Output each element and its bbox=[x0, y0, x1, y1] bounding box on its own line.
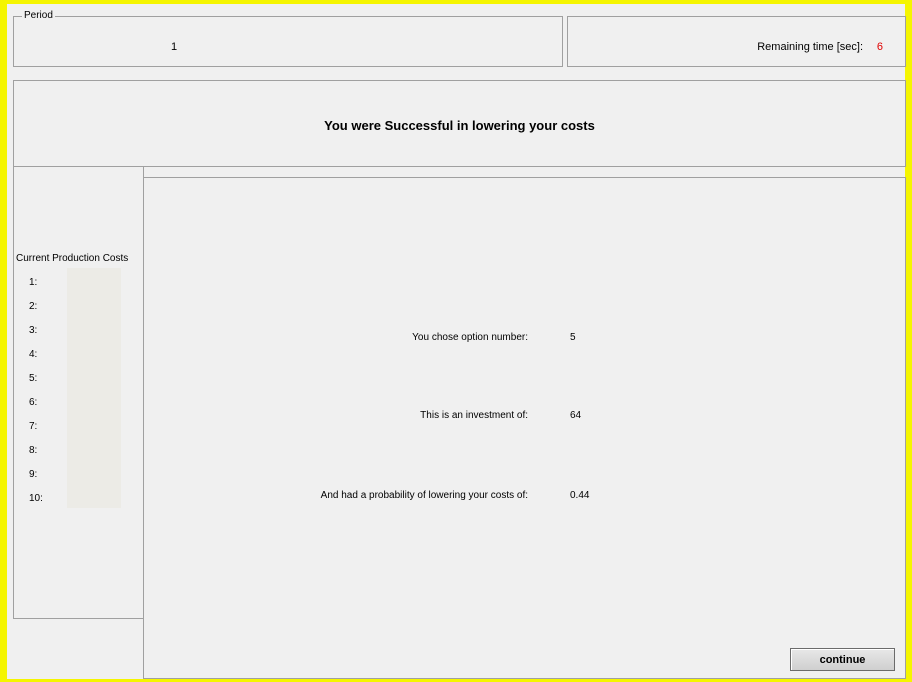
cost-row-label: 10: bbox=[29, 493, 43, 504]
cost-row-label: 8: bbox=[29, 445, 38, 456]
result-headline: You were Successful in lowering your cos… bbox=[324, 118, 595, 133]
cost-row-label: 7: bbox=[29, 421, 38, 432]
continue-button[interactable]: continue bbox=[790, 648, 895, 671]
cost-row-label: 1: bbox=[29, 277, 38, 288]
costs-panel: Current Production Costs 1: 2: 3: 4: 5: … bbox=[13, 166, 144, 619]
probability-label: And had a probability of lowering your c… bbox=[320, 490, 528, 501]
details-panel: You chose option number: 5 This is an in… bbox=[143, 177, 906, 679]
cost-row-label: 5: bbox=[29, 373, 38, 384]
period-legend: Period bbox=[22, 10, 55, 22]
cost-row-label: 4: bbox=[29, 349, 38, 360]
option-label: You chose option number: bbox=[412, 332, 528, 343]
cost-row-label: 3: bbox=[29, 325, 38, 336]
costs-title: Current Production Costs bbox=[16, 253, 129, 264]
cost-row-label: 9: bbox=[29, 469, 38, 480]
period-value: 1 bbox=[171, 41, 178, 53]
remaining-time-value: 6 bbox=[876, 41, 883, 53]
option-value: 5 bbox=[570, 332, 576, 343]
remaining-time-label: Remaining time [sec]: bbox=[757, 41, 863, 53]
probability-value: 0.44 bbox=[570, 490, 590, 501]
cost-row-label: 6: bbox=[29, 397, 38, 408]
investment-label: This is an investment of: bbox=[420, 410, 528, 421]
period-panel: Period 1 bbox=[13, 10, 563, 67]
costs-values-field bbox=[67, 268, 121, 508]
timer-panel: Remaining time [sec]: 6 bbox=[567, 16, 906, 67]
investment-value: 64 bbox=[570, 410, 582, 421]
result-panel: You were Successful in lowering your cos… bbox=[13, 80, 906, 167]
cost-row-label: 2: bbox=[29, 301, 38, 312]
